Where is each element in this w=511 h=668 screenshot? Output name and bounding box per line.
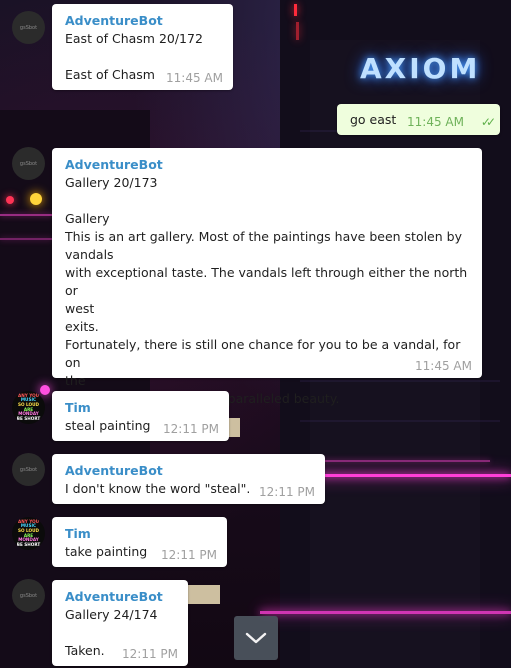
message-time: 11:45 AM <box>166 71 223 85</box>
incoming-message[interactable]: AdventureBot East of Chasm 20/172 East o… <box>52 4 233 90</box>
sender-name[interactable]: AdventureBot <box>65 588 175 606</box>
sender-name[interactable]: AdventureBot <box>65 462 312 480</box>
adventurebot-avatar[interactable]: gsSbot <box>12 11 45 44</box>
adventurebot-avatar[interactable]: gsSbot <box>12 147 45 180</box>
incoming-message[interactable]: Tim steal painting 12:11 PM <box>52 391 229 441</box>
incoming-message[interactable]: AdventureBot Gallery 24/174 Taken. 12:11… <box>52 580 188 666</box>
avatar-initials: gsSbot <box>19 592 38 599</box>
incoming-message[interactable]: AdventureBot I don't know the word "stea… <box>52 454 325 504</box>
sender-name[interactable]: AdventureBot <box>65 12 220 30</box>
sender-name[interactable]: AdventureBot <box>65 156 469 174</box>
avatar-initials: gsSbot <box>19 466 38 473</box>
message-time: 11:45 AM <box>415 359 472 373</box>
double-check-icon: ✓✓ <box>480 115 496 129</box>
sender-name[interactable]: Tim <box>65 399 216 417</box>
tim-avatar[interactable]: ANY YOU MUSIC SO LOUD ARE MONDAY BE SHORT <box>12 517 45 550</box>
axiom-sign: AXIOM <box>360 52 481 85</box>
message-time: 12:11 PM <box>122 647 178 661</box>
incoming-message[interactable]: AdventureBot Gallery 20/173 Gallery This… <box>52 148 482 406</box>
sender-name[interactable]: Tim <box>65 525 214 543</box>
incoming-message[interactable]: Tim take painting 12:11 PM <box>52 517 227 567</box>
message-time: 11:45 AM <box>407 115 464 129</box>
tim-avatar[interactable]: ANY YOU MUSIC SO LOUD ARE MONDAY BE SHORT <box>12 391 45 424</box>
avatar-line: BE SHORT <box>16 541 41 547</box>
message-time: 12:11 PM <box>259 485 315 499</box>
outgoing-message[interactable]: go east 11:45 AM ✓✓ <box>337 104 500 135</box>
avatar-line: BE SHORT <box>16 415 41 421</box>
scroll-to-bottom-button[interactable] <box>234 616 278 660</box>
message-text: Gallery 20/173 Gallery This is an art ga… <box>65 175 468 406</box>
message-time: 12:11 PM <box>161 548 217 562</box>
adventurebot-avatar[interactable]: gsSbot <box>12 453 45 486</box>
avatar-initials: gsSbot <box>19 160 38 167</box>
adventurebot-avatar[interactable]: gsSbot <box>12 579 45 612</box>
chevron-down-icon <box>245 632 267 644</box>
message-time: 12:11 PM <box>163 422 219 436</box>
avatar-initials: gsSbot <box>19 24 38 31</box>
